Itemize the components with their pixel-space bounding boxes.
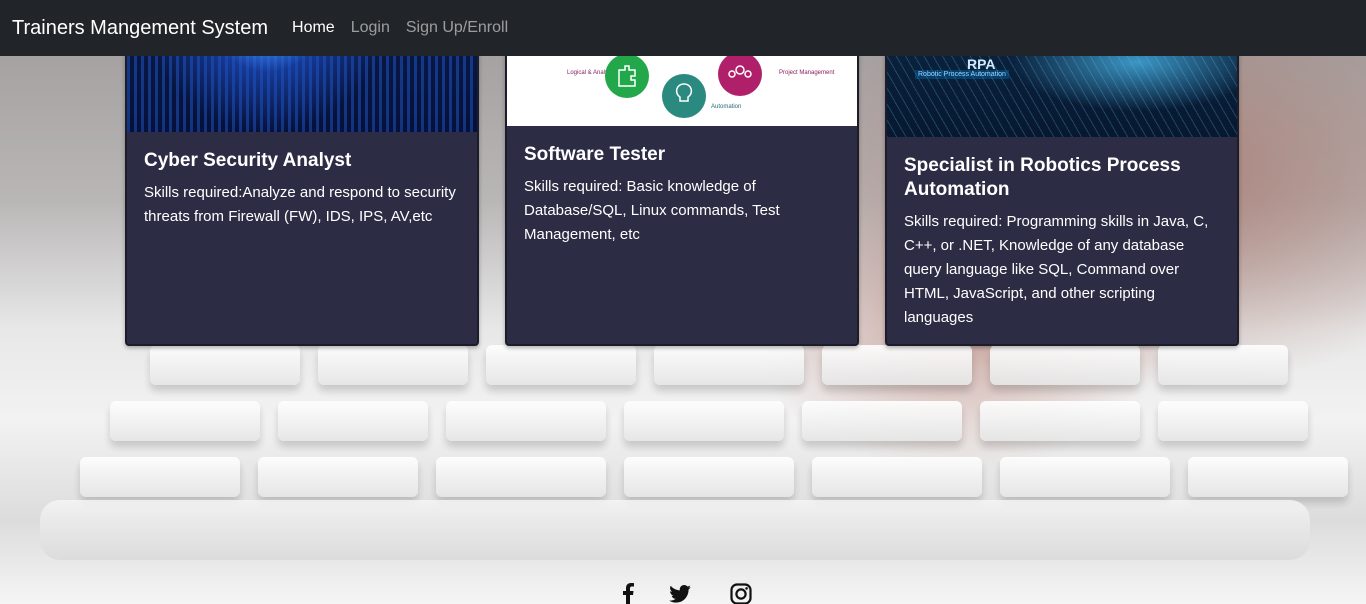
automation-label: Automation [711, 104, 741, 110]
card-body: Software Tester Skills required: Basic k… [507, 143, 857, 247]
card-text: Skills required: Programming skills in J… [904, 213, 1209, 326]
card-title: Cyber Security Analyst [144, 150, 352, 171]
card-title: Software Tester [524, 144, 666, 165]
card-text: Skills required: Basic knowledge of Data… [524, 178, 780, 243]
card-text: Skills required:Analyze and respond to s… [144, 184, 456, 225]
card-title: Specialist in Robotics Process Automatio… [904, 155, 1181, 200]
instagram-icon[interactable] [729, 582, 753, 604]
rpa-subtitle-text: Robotic Process Automation [915, 70, 1009, 79]
card-software-tester: Logical & Analytical Automation Project … [505, 20, 859, 346]
facebook-icon[interactable] [618, 582, 638, 604]
card-robotics-process-automation: RPA Robotic Process Automation Specialis… [885, 20, 1239, 346]
nav-link-home[interactable]: Home [292, 19, 335, 37]
card-body: Specialist in Robotics Process Automatio… [887, 154, 1237, 330]
keyboard-base [40, 500, 1310, 560]
navbar: Trainers Mangement System Home Login Sig… [0, 0, 1366, 56]
twitter-icon[interactable] [667, 582, 693, 604]
brand-title[interactable]: Trainers Mangement System [12, 17, 268, 40]
project-label: Project Management [779, 70, 835, 76]
nav-link-login[interactable]: Login [351, 19, 390, 37]
card-body: Cyber Security Analyst Skills required:A… [127, 149, 477, 229]
nav-link-signup[interactable]: Sign Up/Enroll [406, 19, 508, 37]
card-cyber-security: Cyber Security Analyst Skills required:A… [125, 20, 479, 346]
